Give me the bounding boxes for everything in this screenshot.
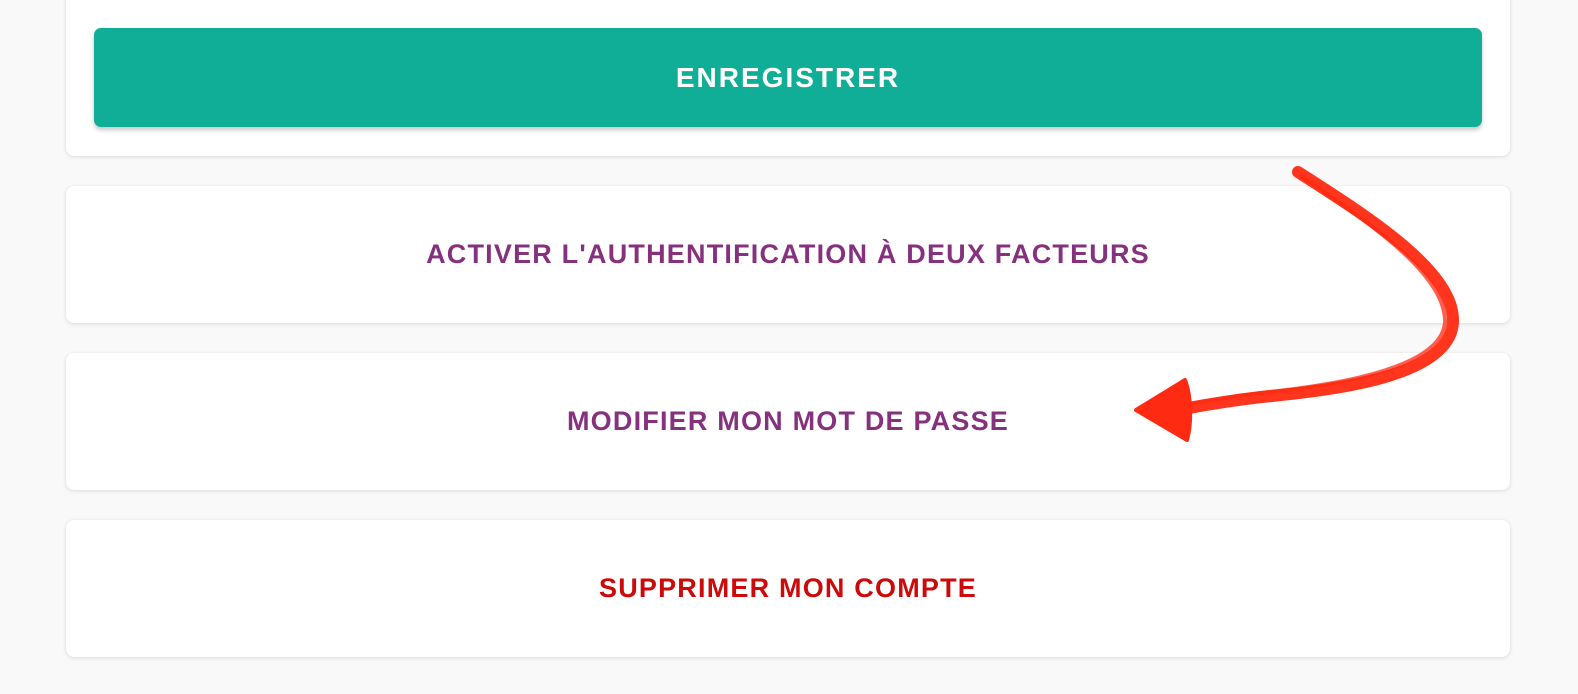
change-password-card[interactable]: MODIFIER MON MOT DE PASSE	[66, 353, 1510, 490]
delete-account-button[interactable]: SUPPRIMER MON COMPTE	[599, 573, 977, 604]
save-card: ENREGISTRER	[66, 0, 1510, 156]
enable-2fa-button[interactable]: ACTIVER L'AUTHENTIFICATION À DEUX FACTEU…	[426, 239, 1150, 270]
account-settings-page: ENREGISTRER ACTIVER L'AUTHENTIFICATION À…	[0, 0, 1578, 694]
save-button[interactable]: ENREGISTRER	[94, 28, 1482, 127]
delete-account-card[interactable]: SUPPRIMER MON COMPTE	[66, 520, 1510, 657]
enable-2fa-card[interactable]: ACTIVER L'AUTHENTIFICATION À DEUX FACTEU…	[66, 186, 1510, 323]
change-password-button[interactable]: MODIFIER MON MOT DE PASSE	[567, 406, 1009, 437]
